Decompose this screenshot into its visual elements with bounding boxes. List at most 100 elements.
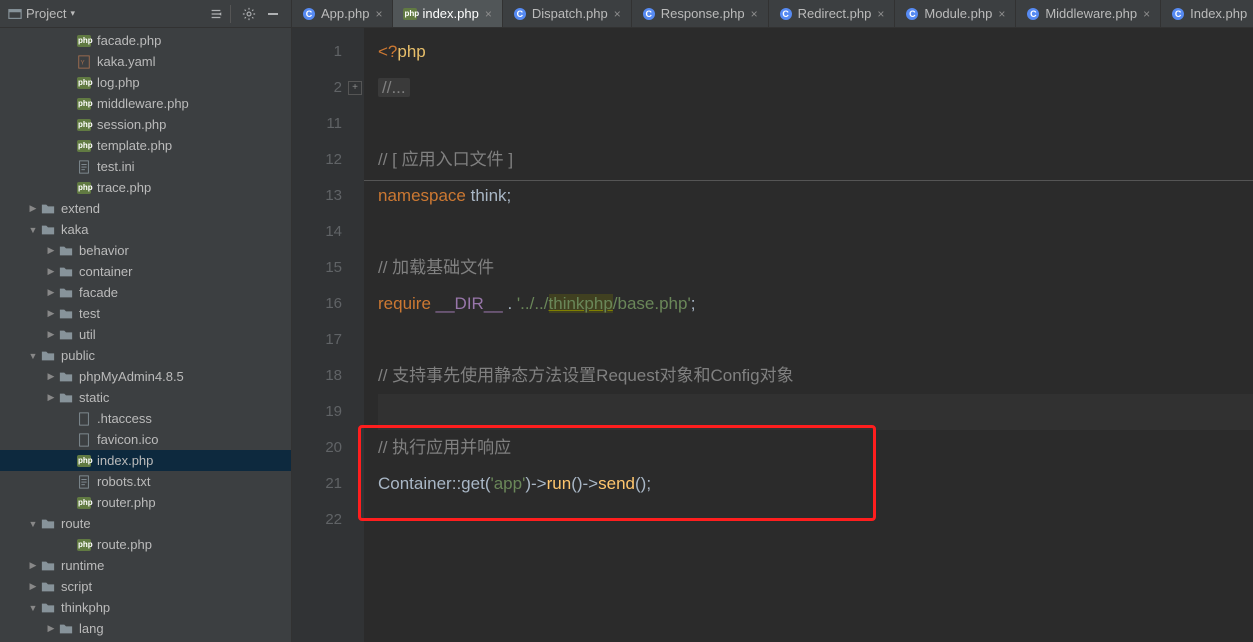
tree-expand-arrow[interactable]: ▼ — [26, 603, 40, 613]
tree-item-behavior[interactable]: ▶behavior — [0, 240, 291, 261]
tree-item-thinkphp[interactable]: ▼thinkphp — [0, 597, 291, 618]
editor-tab-middleware-php[interactable]: CMiddleware.php× — [1016, 0, 1161, 27]
tree-item-kaka-yaml[interactable]: Ykaka.yaml — [0, 51, 291, 72]
folded-region[interactable]: //... — [378, 78, 410, 97]
tree-item-test-ini[interactable]: test.ini — [0, 156, 291, 177]
tree-expand-arrow[interactable]: ▶ — [44, 308, 58, 319]
tab-label: Redirect.php — [798, 6, 872, 21]
tree-expand-arrow[interactable]: ▶ — [44, 623, 58, 634]
editor-tab-index-php[interactable]: phpindex.php× — [393, 0, 502, 27]
line-number: 21 — [292, 466, 364, 502]
tree-item-label: log.php — [97, 75, 140, 90]
line-number-gutter: 12+111213141516171819202122 — [292, 28, 364, 642]
tree-item-facade[interactable]: ▶facade — [0, 282, 291, 303]
class-icon: C — [1171, 7, 1185, 21]
tree-item-label: public — [61, 348, 95, 363]
tree-item-lang[interactable]: ▶lang — [0, 618, 291, 639]
tree-item-script[interactable]: ▶ script — [0, 576, 291, 597]
tree-expand-arrow[interactable]: ▶ — [44, 266, 58, 277]
tree-item-phpmyadmin4-8-5[interactable]: ▶phpMyAdmin4.8.5 — [0, 366, 291, 387]
tab-label: Module.php — [924, 6, 992, 21]
sidebar-header: Project ▾ — [0, 0, 291, 28]
close-icon[interactable]: × — [877, 7, 884, 21]
path-link[interactable]: thinkphp — [549, 294, 613, 313]
tree-item-static[interactable]: ▶static — [0, 387, 291, 408]
tree-expand-arrow[interactable]: ▶ — [44, 329, 58, 340]
folder-icon — [58, 369, 74, 385]
close-icon[interactable]: × — [998, 7, 1005, 21]
tree-item-util[interactable]: ▶util — [0, 324, 291, 345]
comment: // 加载基础文件 — [378, 258, 494, 277]
php-icon: php — [76, 453, 92, 469]
close-icon[interactable]: × — [751, 7, 758, 21]
tree-item-middleware-php[interactable]: php middleware.php — [0, 93, 291, 114]
editor-tab-dispatch-php[interactable]: CDispatch.php× — [503, 0, 632, 27]
close-icon[interactable]: × — [375, 7, 382, 21]
tree-item-route-php[interactable]: phproute.php — [0, 534, 291, 555]
tree-item-extend[interactable]: ▶extend — [0, 198, 291, 219]
tree-item-index-php[interactable]: phpindex.php — [0, 450, 291, 471]
editor-tab-redirect-php[interactable]: CRedirect.php× — [769, 0, 896, 27]
tree-item-session-php[interactable]: phpsession.php — [0, 114, 291, 135]
close-icon[interactable]: × — [614, 7, 621, 21]
tree-item-label: test.ini — [97, 159, 135, 174]
editor-tab-index-php[interactable]: CIndex.php× — [1161, 0, 1253, 27]
tree-item-route[interactable]: ▼ route — [0, 513, 291, 534]
tree-expand-arrow[interactable]: ▼ — [26, 225, 40, 235]
class-icon: C — [905, 7, 919, 21]
folder-icon — [58, 621, 74, 637]
tree-expand-arrow[interactable]: ▼ — [26, 351, 40, 361]
autoscroll-from-source-icon[interactable] — [206, 4, 226, 24]
tree-item-router-php[interactable]: phprouter.php — [0, 492, 291, 513]
code-editor[interactable]: 12+111213141516171819202122 <?php //... … — [292, 28, 1253, 642]
folder-icon — [58, 306, 74, 322]
tree-item-public[interactable]: ▼ public — [0, 345, 291, 366]
tree-item-label: middleware.php — [97, 96, 189, 111]
tree-item-label: route — [61, 516, 91, 531]
tree-item--htaccess[interactable]: .htaccess — [0, 408, 291, 429]
fold-expand-icon[interactable]: + — [348, 81, 362, 95]
code-area[interactable]: <?php //... // [ 应用入口文件 ] namespace thin… — [364, 28, 1253, 642]
project-tree[interactable]: phpfacade.phpYkaka.yamlphplog.phpphpmidd… — [0, 28, 291, 642]
project-sidebar: Project ▾ phpfacade.phpYkaka.yaml php log.… — [0, 0, 292, 642]
php-icon: php — [76, 96, 92, 112]
editor-tab-response-php[interactable]: CResponse.php× — [632, 0, 769, 27]
line-number: 14 — [292, 214, 364, 250]
chevron-down-icon[interactable]: ▾ — [70, 8, 75, 19]
tree-item-log-php[interactable]: php log.php — [0, 72, 291, 93]
folder-icon — [58, 327, 74, 343]
tree-item-kaka[interactable]: ▼ kaka — [0, 219, 291, 240]
editor-tab-module-php[interactable]: C Module.php × — [895, 0, 1016, 27]
tree-expand-arrow[interactable]: ▶ — [44, 287, 58, 298]
tree-expand-arrow[interactable]: ▼ — [26, 519, 40, 529]
editor-tab-app-php[interactable]: CApp.php× — [292, 0, 393, 27]
tree-item-label: kaka — [61, 222, 88, 237]
php-icon: php — [76, 75, 92, 91]
tree-item-trace-php[interactable]: phptrace.php — [0, 177, 291, 198]
tree-item-facade-php[interactable]: phpfacade.php — [0, 30, 291, 51]
tree-expand-arrow[interactable]: ▶ — [44, 371, 58, 382]
hide-icon[interactable] — [263, 4, 283, 24]
tree-item-runtime[interactable]: ▶runtime — [0, 555, 291, 576]
tree-expand-arrow[interactable]: ▶ — [26, 581, 40, 592]
tree-item-container[interactable]: ▶container — [0, 261, 291, 282]
close-icon[interactable]: × — [1143, 7, 1150, 21]
tree-item-template-php[interactable]: phptemplate.php — [0, 135, 291, 156]
php-icon: php — [76, 495, 92, 511]
folder-icon — [40, 600, 56, 616]
line-number: 2+ — [292, 70, 364, 106]
tree-expand-arrow[interactable]: ▶ — [26, 203, 40, 214]
line-number: 20 — [292, 430, 364, 466]
tree-expand-arrow[interactable]: ▶ — [44, 245, 58, 256]
tree-item-test[interactable]: ▶test — [0, 303, 291, 324]
tree-item-robots-txt[interactable]: robots.txt — [0, 471, 291, 492]
gear-icon[interactable] — [239, 4, 259, 24]
txt-icon — [76, 474, 92, 490]
tree-item-favicon-ico[interactable]: favicon.ico — [0, 429, 291, 450]
tree-item-label: script — [61, 579, 92, 594]
tree-expand-arrow[interactable]: ▶ — [44, 392, 58, 403]
tree-expand-arrow[interactable]: ▶ — [26, 560, 40, 571]
tree-item-label: .htaccess — [97, 411, 152, 426]
close-icon[interactable]: × — [485, 7, 492, 21]
line-number: 17 — [292, 322, 364, 358]
